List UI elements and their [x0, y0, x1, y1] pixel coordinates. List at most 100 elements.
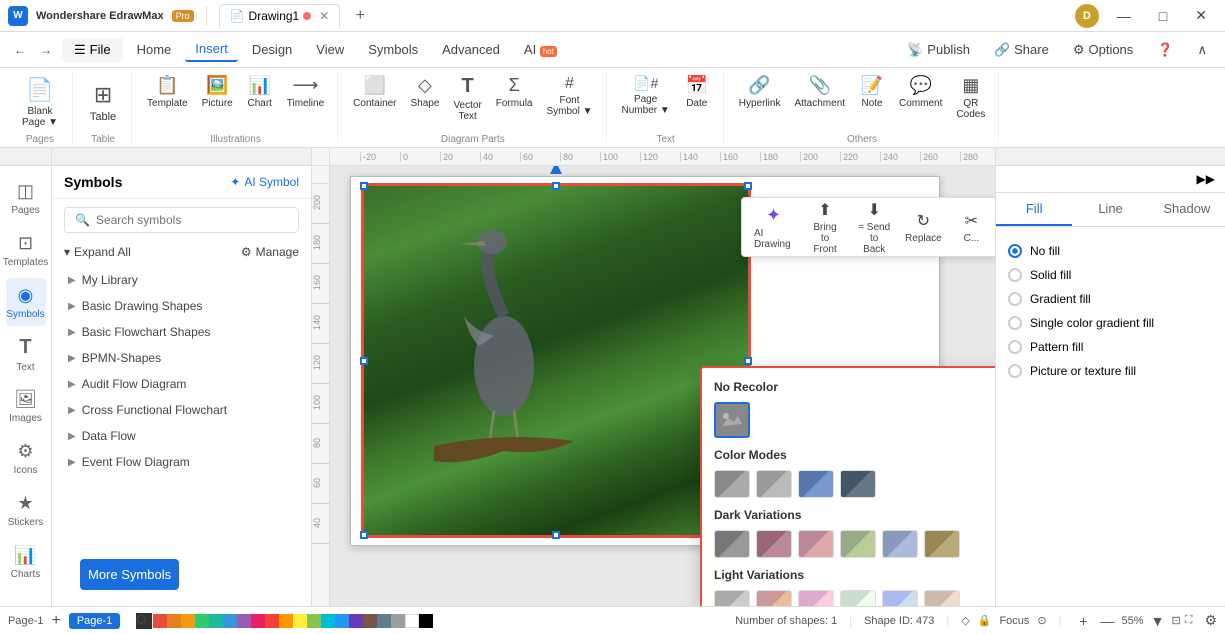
right-panel-collapse-button[interactable]: ▶▶: [1191, 170, 1221, 188]
light-var-2[interactable]: [756, 590, 792, 606]
dark-var-2[interactable]: [756, 530, 792, 558]
color-swatch-green[interactable]: [195, 614, 209, 628]
selection-handle-bl[interactable]: [360, 531, 368, 539]
sidebar-item-pages[interactable]: ◫ Pages: [6, 174, 46, 222]
qr-codes-button[interactable]: ▦ QRCodes: [951, 72, 990, 132]
light-var-1[interactable]: [714, 590, 750, 606]
color-swatch-white[interactable]: [405, 614, 419, 628]
symbol-item-audit[interactable]: ▶ Audit Flow Diagram: [52, 371, 311, 397]
symbol-item-basic-flowchart[interactable]: ▶ Basic Flowchart Shapes: [52, 319, 311, 345]
menu-home[interactable]: Home: [127, 38, 182, 61]
light-var-4[interactable]: [840, 590, 876, 606]
color-swatch-blue-grey[interactable]: [377, 614, 391, 628]
color-swatch-red[interactable]: [153, 614, 167, 628]
share-button[interactable]: 🔗 Share: [984, 38, 1059, 62]
color-swatch-purple[interactable]: [237, 614, 251, 628]
dark-var-4[interactable]: [840, 530, 876, 558]
crop-button[interactable]: ✂ C...: [947, 202, 995, 252]
minimize-button[interactable]: —: [1107, 0, 1141, 32]
color-swatch-red2[interactable]: [265, 614, 279, 628]
formula-button[interactable]: Σ Formula: [491, 72, 538, 132]
fill-option-gradient[interactable]: Gradient fill: [1008, 287, 1213, 311]
color-swatch-grey[interactable]: [391, 614, 405, 628]
color-swatch-brown[interactable]: [363, 614, 377, 628]
picture-button[interactable]: 🖼️ Picture: [197, 72, 238, 132]
dark-var-6[interactable]: [924, 530, 960, 558]
symbol-item-event-flow[interactable]: ▶ Event Flow Diagram: [52, 449, 311, 475]
sidebar-item-charts[interactable]: 📊 Charts: [6, 538, 46, 586]
avatar[interactable]: D: [1075, 4, 1099, 28]
fullscreen-icon[interactable]: ⛶: [1185, 614, 1193, 627]
more-symbols-button[interactable]: More Symbols: [80, 559, 179, 590]
menu-ai[interactable]: AI hot: [514, 38, 567, 61]
send-to-back-button[interactable]: ⬇ = Send toBack: [849, 202, 899, 252]
symbol-item-my-library[interactable]: ▶ My Library: [52, 267, 311, 293]
color-swatch-yellow2[interactable]: [293, 614, 307, 628]
eyedropper-icon[interactable]: ⬡: [136, 613, 152, 629]
comment-button[interactable]: 💬 Comment: [894, 72, 947, 132]
container-button[interactable]: ⬜ Container: [348, 72, 401, 132]
template-button[interactable]: 📋 Template: [142, 72, 193, 132]
sidebar-item-stickers[interactable]: ★ Stickers: [6, 486, 46, 534]
menu-symbols[interactable]: Symbols: [358, 38, 428, 61]
attachment-button[interactable]: 📎 Attachment: [789, 72, 850, 132]
publish-button[interactable]: 📡 Publish: [897, 38, 980, 62]
close-button[interactable]: ✕: [1185, 0, 1217, 32]
sidebar-item-text[interactable]: T Text: [6, 330, 46, 378]
menu-insert[interactable]: Insert: [185, 37, 238, 62]
hyperlink-button[interactable]: 🔗 Hyperlink: [734, 72, 786, 132]
sidebar-item-images[interactable]: 🖼 Images: [6, 382, 46, 430]
symbol-item-bpmn[interactable]: ▶ BPMN-Shapes: [52, 345, 311, 371]
color-swatch-cyan[interactable]: [321, 614, 335, 628]
table-button[interactable]: ⊞ Table: [83, 72, 123, 132]
chart-button[interactable]: 📊 Chart: [242, 72, 278, 132]
tab-line[interactable]: Line: [1072, 193, 1148, 226]
manage-button[interactable]: ⚙ Manage: [241, 245, 299, 259]
symbol-item-data-flow[interactable]: ▶ Data Flow: [52, 423, 311, 449]
file-menu[interactable]: ☰ File: [62, 38, 123, 62]
menu-design[interactable]: Design: [242, 38, 302, 61]
zoom-in-button[interactable]: +: [1073, 613, 1093, 629]
symbol-item-cross-functional[interactable]: ▶ Cross Functional Flowchart: [52, 397, 311, 423]
color-swatch-purple2[interactable]: [349, 614, 363, 628]
tab-close-icon[interactable]: ✕: [319, 9, 329, 23]
tab-fill[interactable]: Fill: [996, 193, 1072, 226]
symbol-item-basic-drawing[interactable]: ▶ Basic Drawing Shapes: [52, 293, 311, 319]
bring-to-front-button[interactable]: ⬆ Bring toFront: [801, 202, 849, 252]
color-mode-1[interactable]: [714, 470, 750, 498]
collapse-ribbon-button[interactable]: ∧: [1187, 38, 1217, 62]
zoom-out-button[interactable]: —: [1097, 613, 1117, 629]
help-button[interactable]: ❓: [1147, 38, 1183, 62]
forward-button[interactable]: →: [34, 38, 58, 62]
options-button[interactable]: ⚙ Options: [1063, 38, 1143, 62]
add-tab-button[interactable]: +: [348, 4, 372, 28]
add-page-button[interactable]: +: [51, 612, 60, 630]
selection-handle-tm[interactable]: [552, 182, 560, 190]
note-button[interactable]: 📝 Note: [854, 72, 890, 132]
dark-var-5[interactable]: [882, 530, 918, 558]
vector-text-button[interactable]: T VectorText: [448, 72, 486, 132]
sidebar-item-templates[interactable]: ⊡ Templates: [6, 226, 46, 274]
fill-option-picture[interactable]: Picture or texture fill: [1008, 359, 1213, 383]
menu-advanced[interactable]: Advanced: [432, 38, 510, 61]
zoom-percent-button[interactable]: ▼: [1148, 613, 1168, 629]
replace-button[interactable]: ↻ Replace: [899, 202, 947, 252]
color-swatch-pink[interactable]: [251, 614, 265, 628]
shape-button[interactable]: ◇ Shape: [406, 72, 445, 132]
color-swatch-orange[interactable]: [167, 614, 181, 628]
timeline-button[interactable]: ⟶ Timeline: [282, 72, 329, 132]
color-swatch-blue[interactable]: [223, 614, 237, 628]
color-swatch-black[interactable]: [419, 614, 433, 628]
light-var-5[interactable]: [882, 590, 918, 606]
ai-symbol-button[interactable]: ✦ AI Symbol: [230, 175, 299, 189]
selection-handle-mr[interactable]: [744, 357, 752, 365]
color-swatch-yellow[interactable]: [181, 614, 195, 628]
sidebar-item-symbols[interactable]: ◉ Symbols: [6, 278, 46, 326]
fit-page-icon[interactable]: ⊡: [1172, 614, 1181, 627]
back-button[interactable]: ←: [8, 38, 32, 62]
color-swatch-lime[interactable]: [307, 614, 321, 628]
light-var-6[interactable]: [924, 590, 960, 606]
color-mode-2[interactable]: [756, 470, 792, 498]
color-swatch-orange2[interactable]: [279, 614, 293, 628]
selection-handle-tr[interactable]: [744, 182, 752, 190]
